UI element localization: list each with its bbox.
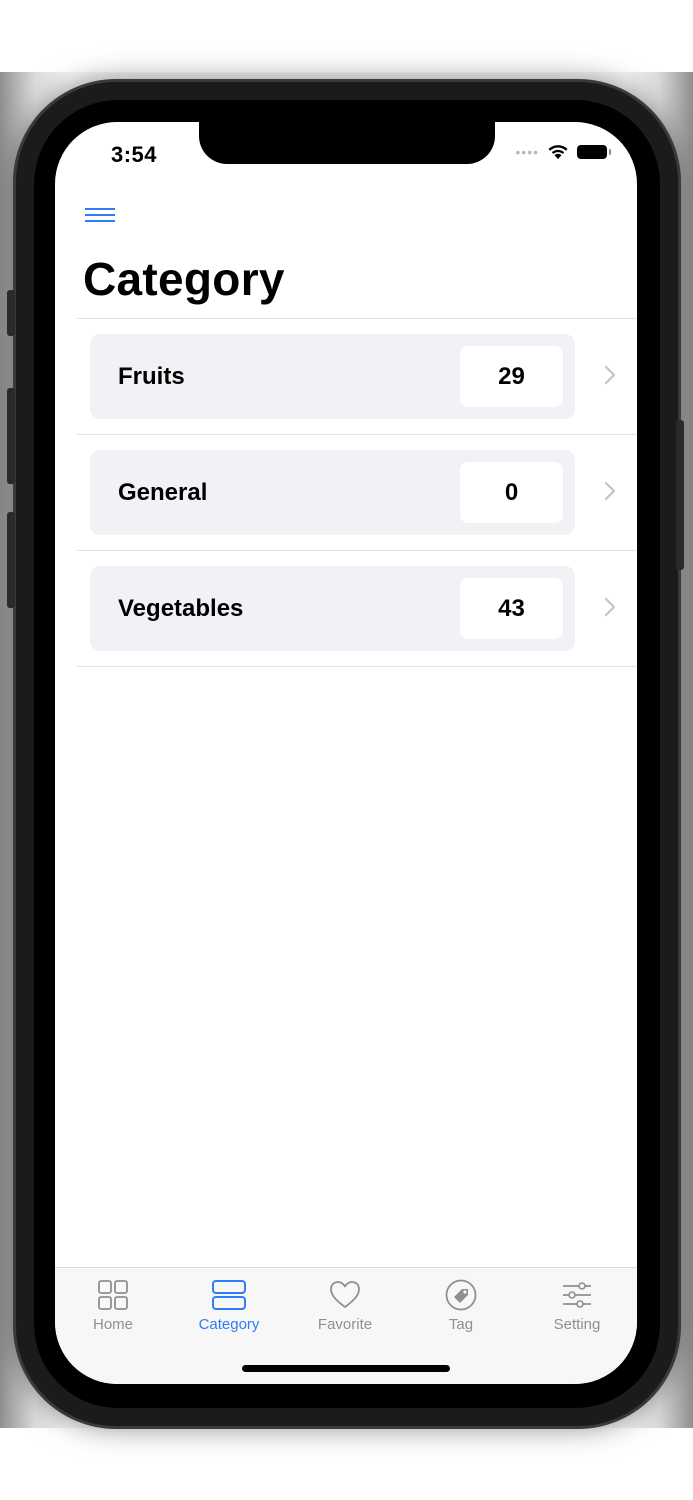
tag-icon — [445, 1279, 477, 1311]
stacked-rectangles-icon — [212, 1280, 246, 1310]
category-row-fruits[interactable]: Fruits 29 — [77, 319, 637, 434]
heart-icon — [330, 1281, 360, 1308]
mute-switch — [7, 290, 15, 336]
volume-up-button — [7, 388, 15, 484]
tab-label: Favorite — [317, 1316, 373, 1333]
app-screen: 3:54 •••• Category Fruits 29 General 0 V… — [55, 122, 637, 1384]
grid-icon — [98, 1280, 128, 1310]
tab-label: Category — [198, 1316, 260, 1333]
tab-tag[interactable]: Tag — [403, 1278, 519, 1348]
tab-label: Tag — [448, 1316, 474, 1333]
signal-icon: •••• — [515, 144, 539, 160]
category-card[interactable]: Vegetables 43 — [90, 566, 575, 651]
category-name: General — [118, 479, 208, 506]
power-button — [676, 420, 684, 570]
tab-label: Home — [92, 1316, 133, 1333]
category-card[interactable]: General 0 — [90, 450, 575, 535]
status-indicators: •••• — [515, 144, 611, 160]
battery-icon — [577, 145, 611, 159]
volume-down-button — [7, 512, 15, 608]
sliders-icon — [563, 1282, 591, 1308]
category-count: 43 — [460, 578, 563, 639]
category-card[interactable]: Fruits 29 — [90, 334, 575, 419]
category-row-general[interactable]: General 0 — [77, 435, 637, 550]
category-name: Vegetables — [118, 595, 244, 622]
category-name: Fruits — [118, 363, 185, 390]
notch — [199, 122, 495, 164]
divider — [77, 666, 637, 667]
tab-home[interactable]: Home — [55, 1278, 171, 1348]
tab-label: Setting — [553, 1316, 601, 1333]
home-indicator — [242, 1365, 450, 1372]
chevron-right-icon — [604, 597, 616, 617]
tab-category[interactable]: Category — [171, 1278, 287, 1348]
category-row-vegetables[interactable]: Vegetables 43 — [77, 551, 637, 666]
category-count: 0 — [460, 462, 563, 523]
tab-setting[interactable]: Setting — [519, 1278, 635, 1348]
chevron-right-icon — [604, 481, 616, 501]
wifi-icon — [548, 145, 568, 159]
tab-favorite[interactable]: Favorite — [287, 1278, 403, 1348]
hamburger-menu-icon[interactable] — [85, 208, 117, 228]
category-list: Fruits 29 General 0 Vegetables 43 — [77, 318, 637, 667]
category-count: 29 — [460, 346, 563, 407]
status-time: 3:54 — [111, 142, 158, 167]
page-title: Category — [83, 253, 285, 305]
chevron-right-icon — [604, 365, 616, 385]
